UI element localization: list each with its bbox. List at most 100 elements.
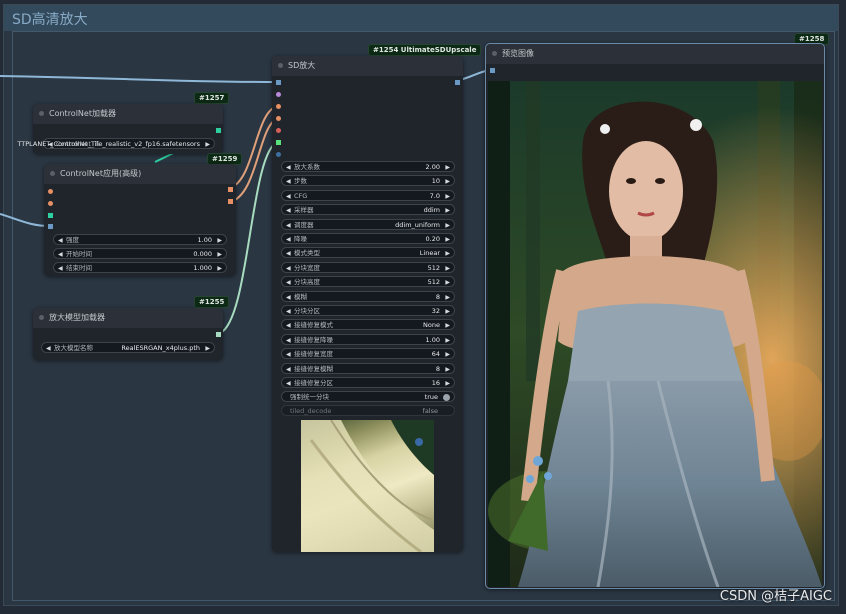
sd-widget-15[interactable]: ◀ 接缝修复分区 16 ▶ <box>281 377 455 388</box>
arrow-right-icon[interactable]: ▶ <box>445 263 450 274</box>
node-header[interactable]: ControlNet加载器 <box>33 104 223 124</box>
collapse-dot-icon[interactable] <box>492 51 497 56</box>
node-header[interactable]: 放大模型加载器 <box>33 308 223 328</box>
arrow-left-icon[interactable]: ◀ <box>58 263 63 274</box>
sd-widget-11[interactable]: ◀ 接缝修复模式 None ▶ <box>281 319 455 331</box>
input-slot-positive[interactable] <box>48 189 53 194</box>
arrow-right-icon[interactable]: ▶ <box>445 248 450 259</box>
input-slot-image[interactable] <box>48 224 53 229</box>
input-slot-upscale-model[interactable] <box>276 140 281 145</box>
arrow-left-icon[interactable]: ◀ <box>286 335 291 346</box>
arrow-right-icon[interactable]: ▶ <box>445 364 450 375</box>
sd-widget-13[interactable]: ◀ 接缝修复宽度 64 ▶ <box>281 348 455 360</box>
sd-upscale-node[interactable]: SD放大 ◀ 放大系数 2.00 ▶ ◀ 步数 10 ▶ ◀ CFG 7.0 ▶ ◀ 采样器 ddim ▶ ◀ 调… <box>272 56 463 552</box>
sd-widget-5[interactable]: ◀ 降噪 0.20 ▶ <box>281 233 455 244</box>
arrow-right-icon[interactable]: ▶ <box>445 234 450 245</box>
arrow-right-icon[interactable]: ▶ <box>445 162 450 173</box>
collapse-dot-icon[interactable] <box>50 171 55 176</box>
input-slot-positive[interactable] <box>276 104 281 109</box>
controlnet-apply-node[interactable]: ControlNet应用(高级) ◀ 强度 1.00 ▶ ◀ 开始时间 0.00… <box>44 164 236 276</box>
arrow-left-icon[interactable]: ◀ <box>286 378 291 389</box>
sd-widget-10[interactable]: ◀ 分块分区 32 ▶ <box>281 305 455 316</box>
arrow-left-icon[interactable]: ◀ <box>286 220 291 231</box>
collapse-dot-icon[interactable] <box>39 315 44 320</box>
sd-widget-3[interactable]: ◀ 采样器 ddim ▶ <box>281 204 455 216</box>
output-slot-positive[interactable] <box>228 187 233 192</box>
tiled-decode-toggle[interactable]: tiled_decode false <box>281 405 455 416</box>
arrow-right-icon[interactable]: ▶ <box>445 191 450 202</box>
arrow-left-icon[interactable]: ◀ <box>286 320 291 331</box>
arrow-right-icon[interactable]: ▶ <box>445 335 450 346</box>
arrow-left-icon[interactable]: ◀ <box>286 234 291 245</box>
sd-widget-14[interactable]: ◀ 接缝修复模糊 8 ▶ <box>281 362 455 375</box>
input-slot-extra[interactable] <box>276 152 281 157</box>
sd-widget-7[interactable]: ◀ 分块宽度 512 ▶ <box>281 261 455 274</box>
arrow-left-icon[interactable]: ◀ <box>58 249 63 260</box>
end-percent-widget[interactable]: ◀ 结束时间 1.000 ▶ <box>53 262 227 273</box>
arrow-left-icon[interactable]: ◀ <box>286 364 291 375</box>
arrow-right-icon[interactable]: ▶ <box>217 249 222 260</box>
sd-widget-4[interactable]: ◀ 调度器 ddim_uniform ▶ <box>281 218 455 231</box>
preview-image[interactable] <box>488 81 822 587</box>
arrow-right-icon[interactable]: ▶ <box>445 176 450 187</box>
arrow-right-icon[interactable]: ▶ <box>445 378 450 389</box>
arrow-right-icon[interactable]: ▶ <box>217 235 222 246</box>
input-slot-vae[interactable] <box>276 128 281 133</box>
sd-widget-0[interactable]: ◀ 放大系数 2.00 ▶ <box>281 161 455 172</box>
node-canvas[interactable]: SD高清放大 #1257 ControlNet加载器 ◀ ControlNet_… <box>0 0 846 614</box>
controlnet-loader-node[interactable]: ControlNet加载器 ◀ ControlNet_Ti TTPLANET_C… <box>17 104 223 154</box>
preview-image-node[interactable]: 预览图像 <box>485 43 825 589</box>
output-slot[interactable] <box>216 128 221 133</box>
strength-widget[interactable]: ◀ 强度 1.00 ▶ <box>53 234 227 245</box>
sd-widget-2[interactable]: ◀ CFG 7.0 ▶ <box>281 189 455 202</box>
arrow-right-icon[interactable]: ▶ <box>205 139 210 150</box>
sd-widget-9[interactable]: ◀ 模糊 8 ▶ <box>281 290 455 303</box>
arrow-left-icon[interactable]: ◀ <box>46 343 51 354</box>
input-slot-negative[interactable] <box>276 116 281 121</box>
arrow-right-icon[interactable]: ▶ <box>445 220 450 231</box>
arrow-right-icon[interactable]: ▶ <box>445 306 450 317</box>
collapse-dot-icon[interactable] <box>39 111 44 116</box>
start-percent-widget[interactable]: ◀ 开始时间 0.000 ▶ <box>53 248 227 259</box>
arrow-left-icon[interactable]: ◀ <box>286 263 291 274</box>
node-header[interactable]: 预览图像 <box>486 44 824 64</box>
arrow-right-icon[interactable]: ▶ <box>205 343 210 354</box>
arrow-left-icon[interactable]: ◀ <box>286 306 291 317</box>
node-header[interactable]: ControlNet应用(高级) <box>44 164 236 184</box>
output-slot[interactable] <box>216 332 221 337</box>
model-name-combo[interactable]: ◀ 放大模型名称 RealESRGAN_x4plus.pth ▶ <box>41 342 215 353</box>
sd-widget-6[interactable]: ◀ 模式类型 Linear ▶ <box>281 247 455 259</box>
arrow-right-icon[interactable]: ▶ <box>445 292 450 303</box>
arrow-left-icon[interactable]: ◀ <box>286 349 291 360</box>
input-slot-image[interactable] <box>276 80 281 85</box>
output-slot-negative[interactable] <box>228 199 233 204</box>
input-slot-controlnet[interactable] <box>48 213 53 218</box>
force-uniform-tiles-toggle[interactable]: 强制统一分块 true <box>281 391 455 402</box>
node-header[interactable]: SD放大 <box>272 56 463 76</box>
arrow-right-icon[interactable]: ▶ <box>445 205 450 216</box>
arrow-left-icon[interactable]: ◀ <box>58 235 63 246</box>
sd-widget-8[interactable]: ◀ 分块高度 512 ▶ <box>281 276 455 288</box>
arrow-left-icon[interactable]: ◀ <box>286 277 291 288</box>
arrow-left-icon[interactable]: ◀ <box>286 292 291 303</box>
widget-label: 接缝修复模糊 <box>294 364 333 373</box>
arrow-left-icon[interactable]: ◀ <box>286 205 291 216</box>
input-slot-model[interactable] <box>276 92 281 97</box>
arrow-right-icon[interactable]: ▶ <box>445 320 450 331</box>
arrow-left-icon[interactable]: ◀ <box>286 191 291 202</box>
output-slot-image[interactable] <box>455 80 460 85</box>
toggle-knob-icon[interactable] <box>443 393 450 401</box>
arrow-left-icon[interactable]: ◀ <box>286 162 291 173</box>
sd-widget-1[interactable]: ◀ 步数 10 ▶ <box>281 175 455 187</box>
controlnet-name-combo[interactable]: ◀ ControlNet_Ti TTPLANET_Controlnet_Tile… <box>17 138 215 150</box>
sd-widget-12[interactable]: ◀ 接缝修复降噪 1.00 ▶ <box>281 333 455 346</box>
arrow-left-icon[interactable]: ◀ <box>286 248 291 259</box>
arrow-right-icon[interactable]: ▶ <box>445 277 450 288</box>
arrow-right-icon[interactable]: ▶ <box>445 349 450 360</box>
upscale-model-loader-node[interactable]: 放大模型加载器 ◀ 放大模型名称 RealESRGAN_x4plus.pth ▶ <box>33 308 223 360</box>
input-slot-negative[interactable] <box>48 201 53 206</box>
collapse-dot-icon[interactable] <box>278 63 283 68</box>
arrow-right-icon[interactable]: ▶ <box>217 263 222 274</box>
input-slot-images[interactable] <box>490 68 495 73</box>
arrow-left-icon[interactable]: ◀ <box>286 176 291 187</box>
